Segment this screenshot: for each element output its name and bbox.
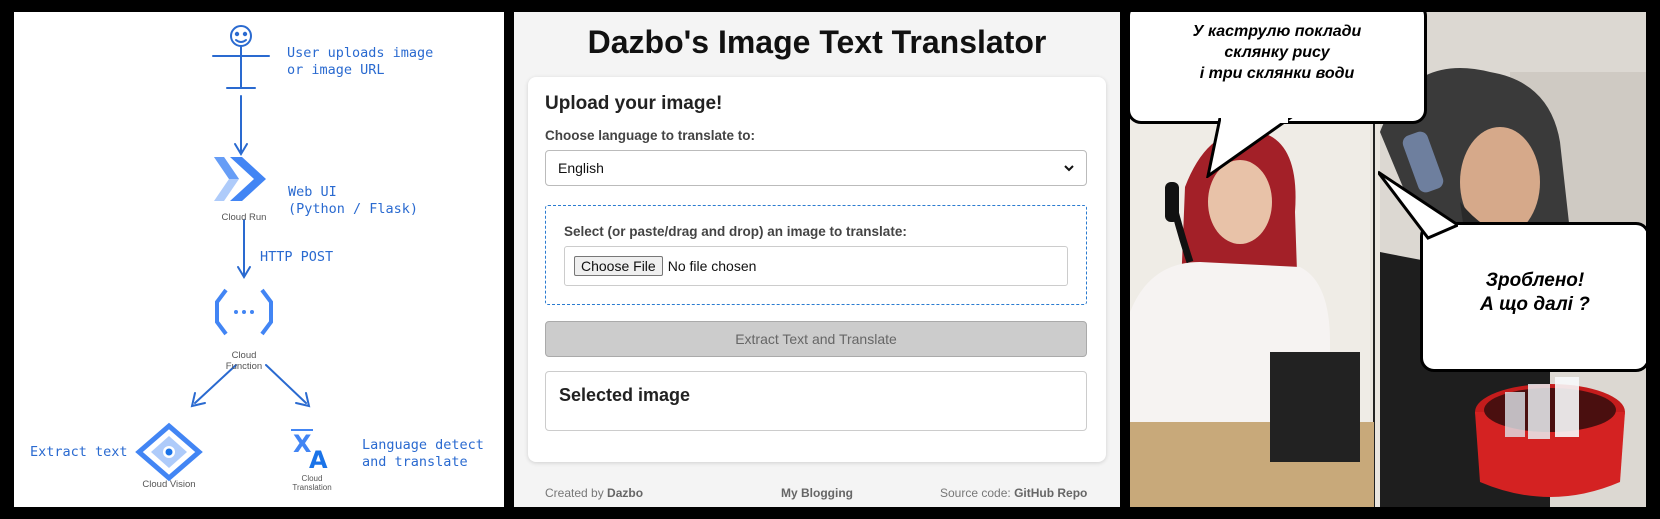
translator-app: Dazbo's Image Text Translator Upload you… [514,12,1120,507]
footer-created-by: Created by Dazbo [545,486,643,500]
dropzone-label: Select (or paste/drag and drop) an image… [564,224,907,239]
image-dropzone[interactable]: Select (or paste/drag and drop) an image… [545,205,1087,305]
speech-bubble-top: У каструлю поклади склянку рису і три ск… [1130,12,1427,124]
step-user-upload: User uploads image or image URL [287,45,434,78]
step-extract-text: Extract text [30,444,128,460]
cloud-run-label: Cloud Run [221,212,267,223]
footer-blogging-link[interactable]: My Blogging [781,486,853,500]
cloud-function-label: Cloud Function [225,350,263,372]
speech-bubble-top-text: У каструлю поклади склянку рису і три ск… [1192,23,1362,82]
upload-card: Upload your image! Choose language to tr… [528,77,1106,462]
chevron-down-icon [1064,164,1074,171]
no-file-text: No file chosen [667,258,757,274]
language-select[interactable]: English [545,150,1087,186]
upload-heading: Upload your image! [545,93,723,114]
cloud-vision-label: Cloud Vision [142,479,196,490]
cloud-function-icon [215,288,273,336]
footer-blogging: My Blogging [781,486,853,500]
footer-created-by-prefix: Created by [545,486,604,500]
language-selected-value: English [558,160,604,176]
page-title: Dazbo's Image Text Translator [587,24,1047,60]
file-input[interactable]: Choose File No file chosen [564,246,1068,286]
footer-github-link[interactable]: GitHub Repo [1014,486,1087,500]
architecture-diagram: X A User uploads image or image URL Clou… [14,12,504,507]
step-http-post: HTTP POST [260,249,334,265]
cloud-vision-icon [135,422,203,482]
speech-bubble-top-tail [1206,118,1293,178]
footer-source-code: Source code: GitHub Repo [940,486,1087,500]
step-language-translate: Language detect and translate [362,437,484,470]
cloud-translation-label: Cloud Translation [292,474,332,492]
comic-panel: У каструлю поклади склянку рису і три ск… [1130,12,1646,507]
user-icon [212,25,270,89]
footer-source-prefix: Source code: [940,486,1011,500]
extract-translate-button[interactable]: Extract Text and Translate [545,321,1087,357]
step-web-ui: Web UI (Python / Flask) [288,184,419,217]
cloud-translation-icon: X A [291,429,328,474]
red-pot [1475,377,1625,497]
diagram-graphics: X A [135,25,328,482]
footer-author-link[interactable]: Dazbo [607,486,643,500]
language-label: Choose language to translate to: [545,128,756,143]
selected-image-heading: Selected image [559,385,691,405]
selected-image-panel: Selected image [545,371,1087,431]
speech-bubble-right-text: Зроблено! А що далі ? [1480,270,1590,315]
svg-text:A: A [309,446,328,474]
choose-file-button[interactable]: Choose File [574,256,663,276]
speech-bubble-right: Зроблено! А що далі ? [1420,222,1646,372]
speech-bubble-right-tail [1378,170,1458,240]
cloud-run-icon [214,157,266,201]
